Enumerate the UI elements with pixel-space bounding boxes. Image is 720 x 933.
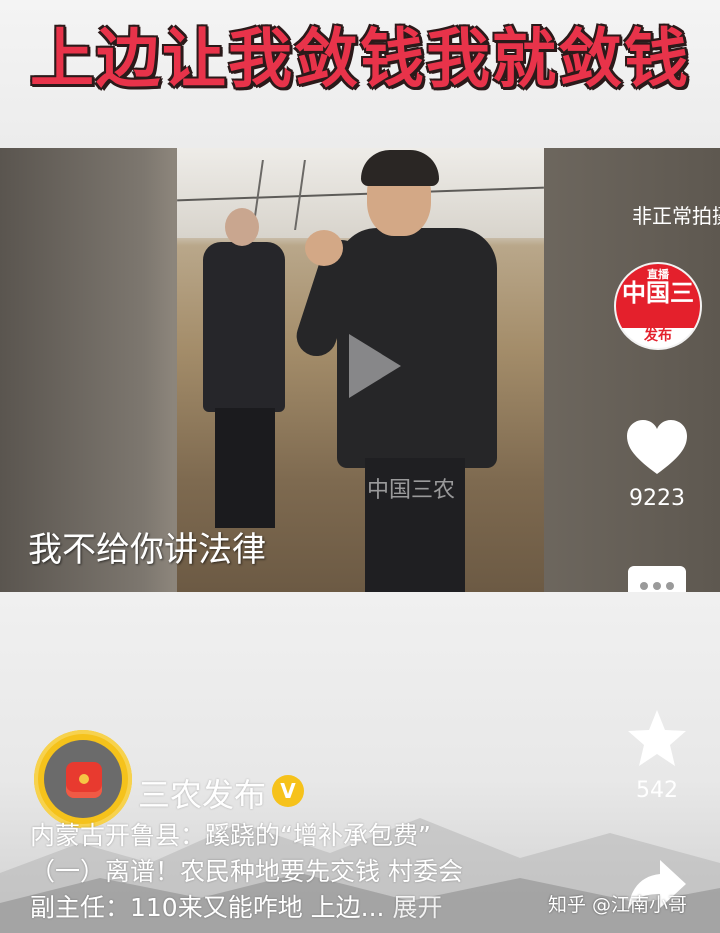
logo-top: 直播 中国三农 <box>616 264 700 348</box>
zhihu-watermark: 知乎 @江南小哥 <box>548 894 688 916</box>
verified-badge-icon: V <box>272 775 304 807</box>
account-name[interactable]: 三农发布 <box>138 770 266 816</box>
post-description[interactable]: 内蒙古开鲁县：蹊跷的“增补承包费” （一）离谱！农民种地要先交钱 村委会 副主任… <box>30 818 560 926</box>
banner-title: 上边让我敛钱我就敛钱 <box>30 23 690 97</box>
user-avatar[interactable] <box>34 730 132 828</box>
heart-icon <box>627 420 687 474</box>
like-count: 9223 <box>629 486 685 511</box>
video-subtitle: 我不给你讲法律 <box>28 530 266 570</box>
red-packet-icon[interactable] <box>66 762 102 798</box>
expand-link[interactable]: 展开 <box>392 893 442 922</box>
video-person-left <box>197 208 287 538</box>
description-line: 副主任：110来又能咋地 上边... 展开 <box>30 893 443 922</box>
like-button[interactable]: 9223 <box>612 418 702 511</box>
star-icon <box>628 710 686 766</box>
favorite-button[interactable]: 542 <box>612 708 702 803</box>
description-line: 内蒙古开鲁县：蹊跷的“增补承包费” <box>30 821 431 850</box>
side-label: 非正常拍摄 <box>632 204 720 228</box>
logo-bottom: 发布 <box>644 328 672 344</box>
video-watermark: 中国三农 <box>367 478 456 503</box>
favorite-count: 542 <box>636 778 678 803</box>
account-logo-avatar[interactable]: 直播 中国三农 发布 <box>614 262 702 350</box>
top-banner: 上边让我敛钱我就敛钱 <box>0 0 720 148</box>
description-line: （一）离谱！农民种地要先交钱 村委会 <box>30 857 463 886</box>
play-icon[interactable] <box>345 330 405 402</box>
